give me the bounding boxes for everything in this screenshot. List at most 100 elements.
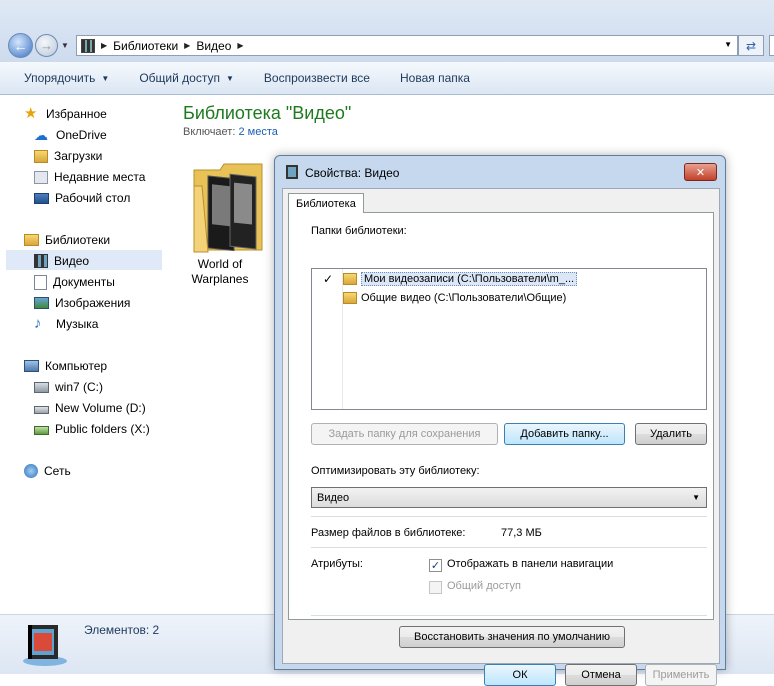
sidebar-item-downloads[interactable]: Загрузки xyxy=(34,146,102,166)
breadcrumb-separator-icon[interactable]: ▶ xyxy=(237,41,243,50)
folder-name-line: Warplanes xyxy=(191,272,249,286)
new-folder-button[interactable]: Новая папка xyxy=(400,71,470,85)
sidebar-item-drive-d[interactable]: New Volume (D:) xyxy=(34,398,146,418)
breadcrumb-libraries[interactable]: Библиотеки xyxy=(113,39,178,53)
sidebar-label: Сеть xyxy=(44,464,71,478)
organize-button[interactable]: Упорядочить ▼ xyxy=(24,71,109,85)
sidebar-item-desktop[interactable]: Рабочий стол xyxy=(34,188,130,208)
sidebar-item-drive-x[interactable]: Public folders (X:) xyxy=(34,419,150,439)
address-bar-area: ← → ▼ ▶ Библиотеки ▶ Видео ▶ ▼ ⇄ xyxy=(0,0,774,62)
divider xyxy=(311,547,707,548)
play-all-button[interactable]: Воспроизвести все xyxy=(264,71,370,85)
back-button[interactable]: ← xyxy=(8,33,33,58)
desktop-icon xyxy=(34,192,49,204)
sidebar-label: Компьютер xyxy=(45,359,108,373)
sidebar-label: Библиотеки xyxy=(45,233,111,247)
divider xyxy=(311,615,707,616)
apply-button[interactable]: Применить xyxy=(645,664,717,686)
cancel-button[interactable]: Отмена xyxy=(565,664,637,686)
folder-icon[interactable] xyxy=(190,156,263,253)
forward-button[interactable]: → xyxy=(35,34,58,57)
folder-icon xyxy=(343,292,357,304)
sidebar-item-pictures[interactable]: Изображения xyxy=(34,293,130,313)
ok-button[interactable]: ОК xyxy=(484,664,556,686)
folder-name-line: World of xyxy=(197,257,243,271)
command-bar: Упорядочить ▼ Общий доступ ▼ Воспроизвести… xyxy=(0,62,774,95)
folder-path: Общие видео (C:\Пользователи\Общие) xyxy=(361,292,567,304)
refresh-button[interactable]: ⇄ xyxy=(738,35,764,56)
library-tab-panel: Папки библиотеки: ✓ Мои видеозаписи (C:\… xyxy=(288,212,714,620)
library-folders-list[interactable]: ✓ Мои видеозаписи (C:\Пользователи\m_...… xyxy=(311,268,707,410)
folder-path: Мои видеозаписи (C:\Пользователи\m_... xyxy=(361,272,578,286)
list-item[interactable]: Общие видео (C:\Пользователи\Общие) xyxy=(313,289,603,307)
chevron-down-icon: ▼ xyxy=(101,73,110,83)
share-button[interactable]: Общий доступ ▼ xyxy=(139,71,234,85)
film-icon xyxy=(34,254,48,268)
optimize-select[interactable]: Видео ▼ xyxy=(311,487,707,508)
sidebar-label: OneDrive xyxy=(56,128,107,142)
sidebar-item-drive-c[interactable]: win7 (C:) xyxy=(34,377,103,397)
sidebar-label: Видео xyxy=(54,254,90,268)
play-all-label: Воспроизвести все xyxy=(263,71,370,85)
address-dropdown-icon[interactable]: ▼ xyxy=(724,40,732,49)
navigation-pane: ★ Избранное ☁ OneDrive Загрузки Недавние… xyxy=(0,96,170,614)
includes-locations-link[interactable]: 2 места xyxy=(238,126,277,138)
library-title: Библиотека "Видео" xyxy=(183,103,352,123)
refresh-icon: ⇄ xyxy=(745,38,757,53)
add-folder-button[interactable]: Добавить папку... xyxy=(504,423,625,445)
sidebar-item-documents[interactable]: Документы xyxy=(34,272,115,292)
close-button[interactable]: ✕ xyxy=(684,163,717,181)
size-value: 77,3 МБ xyxy=(501,527,542,539)
sidebar-label: win7 (C:) xyxy=(55,380,104,394)
recent-places-icon xyxy=(34,170,48,184)
breadcrumb-separator-icon[interactable]: ▶ xyxy=(101,41,107,50)
library-includes: Включает: 2 места xyxy=(183,126,278,138)
sidebar-item-music[interactable]: ♪ Музыка xyxy=(34,314,98,334)
sidebar-item-computer[interactable]: Компьютер xyxy=(24,356,107,376)
breadcrumb-video[interactable]: Видео xyxy=(196,39,231,53)
sidebar-item-recent[interactable]: Недавние места xyxy=(34,167,145,187)
sidebar-item-libraries[interactable]: Библиотеки xyxy=(24,230,110,250)
dialog-body: Библиотека Папки библиотеки: ✓ Мои видео… xyxy=(282,188,720,686)
list-item[interactable]: ✓ Мои видеозаписи (C:\Пользователи\m_... xyxy=(313,270,603,288)
search-input[interactable] xyxy=(769,35,774,56)
item-count: Элементов: 2 xyxy=(84,623,160,637)
tab-library[interactable]: Библиотека xyxy=(288,193,364,213)
sidebar-item-video[interactable]: Видео xyxy=(34,251,89,271)
network-drive-icon xyxy=(34,426,49,435)
properties-dialog: Свойства: Видео ✕ Библиотека Папки библи… xyxy=(274,155,726,686)
sidebar-label: Музыка xyxy=(56,317,99,331)
new-folder-label: Новая папка xyxy=(399,71,470,85)
folder-icon xyxy=(343,273,357,285)
chevron-down-icon: ▼ xyxy=(225,73,234,83)
sidebar-item-favorites[interactable]: ★ Избранное xyxy=(24,104,107,124)
system-drive-icon xyxy=(34,381,49,393)
sidebar-item-onedrive[interactable]: ☁ OneDrive xyxy=(34,125,107,145)
shared-checkbox[interactable] xyxy=(429,581,442,594)
cloud-icon: ☁ xyxy=(34,127,48,143)
hard-drive-icon xyxy=(34,406,49,414)
chevron-down-icon: ▼ xyxy=(692,493,700,502)
sidebar-label: Изображения xyxy=(55,296,131,310)
folder-name[interactable]: World of Warplanes xyxy=(175,257,265,287)
video-library-icon xyxy=(285,164,299,180)
history-dropdown-icon[interactable]: ▼ xyxy=(61,41,69,50)
back-arrow-icon: ← xyxy=(13,37,28,54)
sidebar-label: Недавние места xyxy=(54,170,146,184)
breadcrumb-separator-icon[interactable]: ▶ xyxy=(184,41,190,50)
check-icon: ✓ xyxy=(430,560,441,572)
sidebar-item-network[interactable]: Сеть xyxy=(24,461,71,481)
shared-label: Общий доступ xyxy=(447,580,521,592)
computer-icon xyxy=(24,360,39,372)
dialog-title: Свойства: Видео xyxy=(305,166,400,180)
show-in-nav-label: Отображать в панели навигации xyxy=(447,558,614,570)
set-save-location-button[interactable]: Задать папку для сохранения xyxy=(311,423,498,445)
remove-button[interactable]: Удалить xyxy=(635,423,707,445)
restore-defaults-button[interactable]: Восстановить значения по умолчанию xyxy=(399,626,625,648)
sidebar-label: Рабочий стол xyxy=(55,191,131,205)
star-icon: ★ xyxy=(24,105,38,122)
address-path[interactable]: ▶ Библиотеки ▶ Видео ▶ ▼ xyxy=(76,35,738,56)
show-in-nav-checkbox[interactable]: ✓ xyxy=(429,559,442,572)
check-icon: ✓ xyxy=(322,272,334,286)
libraries-icon xyxy=(24,234,39,246)
